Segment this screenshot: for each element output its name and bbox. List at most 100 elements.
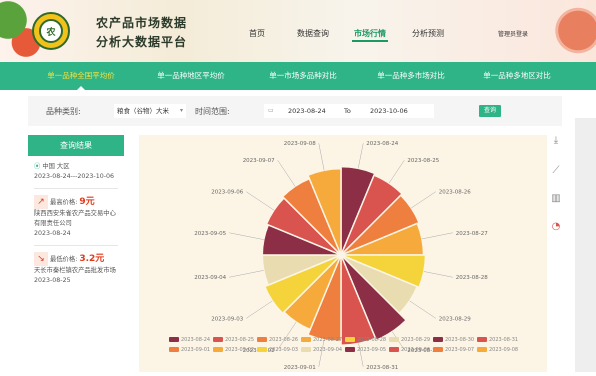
nav-data-query[interactable]: 数据查询	[297, 28, 329, 39]
slice-label: 2023-09-08	[284, 141, 316, 147]
tab-market-multi-variety[interactable]: 单一市场多品种对比	[258, 62, 348, 90]
category-value: 粮食（谷物）大米	[117, 107, 169, 115]
filter-bar: 品种类别: 粮食（谷物）大米 ▾ 时间范围: ▭ 2023-08-24 To 2…	[28, 96, 562, 126]
scrollbar[interactable]	[575, 118, 596, 372]
legend-label: 2023-08-28	[357, 337, 387, 343]
result-panel: 查询结果 ⦿ 中国 大区 2023-08-24---2023-10-06 ↗ 最…	[28, 135, 124, 372]
chevron-down-icon: ▾	[179, 107, 183, 114]
legend-item[interactable]: 2023-08-25	[213, 337, 254, 343]
legend-item[interactable]: 2023-08-27	[301, 337, 342, 343]
legend-label: 2023-09-04	[313, 347, 343, 353]
slice-label: 2023-09-05	[194, 231, 226, 237]
result-title: 查询结果	[28, 135, 124, 156]
legend-item[interactable]: 2023-08-30	[433, 337, 474, 343]
legend-item[interactable]: 2023-09-03	[257, 347, 298, 353]
legend-item[interactable]: 2023-08-28	[345, 337, 386, 343]
slice-label: 2023-09-06	[211, 190, 243, 196]
bar-chart-icon[interactable]: ▥	[549, 193, 563, 207]
legend-swatch	[257, 347, 267, 352]
region-text: 中国 大区	[42, 163, 70, 170]
header: 农 农产品市场数据 分析大数据平台 首页 数据查询 市场行情 分析预测 管理员登…	[0, 0, 596, 62]
legend-swatch	[169, 347, 179, 352]
legend-item[interactable]: 2023-09-02	[213, 347, 254, 353]
min-price-market: 天长市秦栏镇农产品批发市场	[34, 267, 116, 274]
search-button[interactable]: 查询	[479, 105, 501, 117]
fruit-decoration	[548, 0, 596, 62]
tab-national-average[interactable]: 单一品种全国平均价	[36, 62, 126, 90]
tab-variety-multi-region[interactable]: 单一品种多地区对比	[472, 62, 562, 90]
nav-forecast[interactable]: 分析预测	[412, 28, 444, 39]
date-from[interactable]: 2023-08-24	[288, 104, 326, 118]
slice-label: 2023-08-28	[456, 275, 488, 281]
legend-label: 2023-09-01	[181, 347, 211, 353]
legend-swatch	[389, 337, 399, 342]
legend-item[interactable]: 2023-08-31	[477, 337, 518, 343]
label-line	[318, 339, 325, 367]
max-price-label: 最高价格:	[50, 199, 78, 206]
nav-home[interactable]: 首页	[249, 28, 265, 39]
legend-label: 2023-08-25	[225, 337, 255, 343]
result-date-range: 2023-08-24---2023-10-06	[34, 173, 115, 180]
arrow-down-icon: ↘	[34, 252, 48, 266]
legend-label: 2023-08-30	[445, 337, 475, 343]
date-to[interactable]: 2023-10-06	[370, 104, 408, 118]
legend-swatch	[345, 337, 355, 342]
result-region: ⦿ 中国 大区	[34, 162, 118, 172]
brand-line1: 农产品市场数据	[96, 16, 188, 30]
slice-label: 2023-09-07	[243, 158, 275, 164]
pie-chart-icon[interactable]: ◔	[549, 221, 563, 235]
slice-label: 2023-09-04	[194, 275, 226, 281]
label-line	[357, 143, 364, 169]
legend-swatch	[301, 347, 311, 352]
legend-item[interactable]: 2023-09-06	[389, 347, 430, 353]
legend-label: 2023-08-27	[313, 337, 343, 343]
legend-label: 2023-09-07	[445, 347, 475, 353]
logo[interactable]: 农	[32, 12, 70, 50]
legend-swatch	[345, 347, 355, 352]
min-price-row: ↘ 最低价格: 3.2元	[34, 252, 118, 266]
legend-swatch	[389, 347, 399, 352]
login-link[interactable]: 管理员登录	[498, 29, 528, 38]
label-line	[388, 160, 405, 184]
label-line	[411, 191, 436, 209]
legend-label: 2023-08-24	[181, 337, 211, 343]
date-range-picker[interactable]: ▭ 2023-08-24 To 2023-10-06	[264, 104, 434, 118]
slice-label: 2023-09-01	[284, 365, 316, 371]
label-line	[421, 232, 453, 240]
slice-label: 2023-08-24	[366, 141, 398, 147]
slice-label: 2023-08-29	[439, 316, 471, 322]
category-select[interactable]: 粮食（谷物）大米 ▾	[114, 104, 186, 118]
legend-item[interactable]: 2023-09-05	[345, 347, 386, 353]
label-line	[423, 271, 453, 278]
nav-market[interactable]: 市场行情	[352, 28, 388, 42]
label-line	[277, 160, 296, 187]
sub-navigation: 单一品种全国平均价 单一品种地区平均价 单一市场多品种对比 单一品种多市场对比 …	[0, 62, 596, 90]
legend-item[interactable]: 2023-09-07	[433, 347, 474, 353]
chart-area: 2023-08-24 2023-08-25 2023-08-26 2023-08-27…	[139, 135, 547, 372]
legend-item[interactable]: 2023-09-04	[301, 347, 342, 353]
category-label: 品种类别:	[46, 107, 81, 116]
legend-swatch	[169, 337, 179, 342]
brand-title: 农产品市场数据 分析大数据平台	[96, 14, 187, 52]
legend-item[interactable]: 2023-08-29	[389, 337, 430, 343]
min-price-date: 2023-08-25	[34, 277, 71, 284]
legend-swatch	[213, 347, 223, 352]
legend-swatch	[213, 337, 223, 342]
legend-swatch	[257, 337, 267, 342]
tab-regional-average[interactable]: 单一品种地区平均价	[146, 62, 236, 90]
time-range-label: 时间范围:	[195, 107, 230, 116]
download-icon[interactable]: ⤓	[549, 135, 563, 149]
legend-item[interactable]: 2023-09-08	[477, 347, 518, 353]
label-line	[229, 270, 264, 278]
legend-label: 2023-08-29	[401, 337, 431, 343]
max-price-value: 9元	[79, 197, 95, 207]
slice-label: 2023-09-03	[211, 316, 243, 322]
tab-variety-multi-market[interactable]: 单一品种多市场对比	[366, 62, 456, 90]
line-chart-icon[interactable]: ⟋	[549, 165, 563, 179]
label-line	[318, 143, 325, 171]
legend-item[interactable]: 2023-09-01	[169, 347, 210, 353]
legend-item[interactable]: 2023-08-24	[169, 337, 210, 343]
legend-swatch	[433, 337, 443, 342]
legend-swatch	[301, 337, 311, 342]
legend-item[interactable]: 2023-08-26	[257, 337, 298, 343]
